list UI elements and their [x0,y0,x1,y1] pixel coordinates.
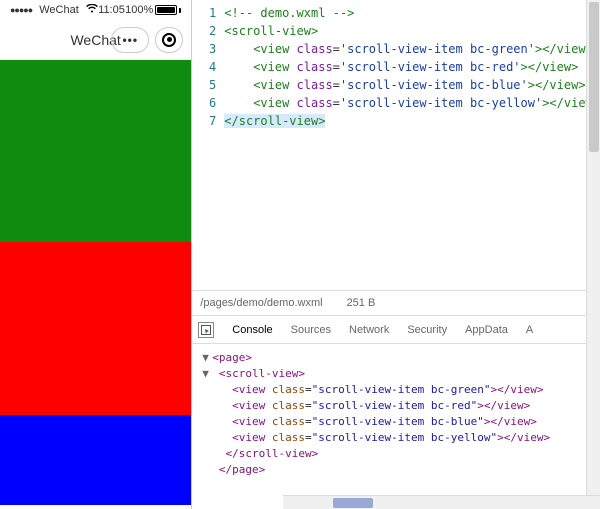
capsule-buttons: ••• [111,27,183,53]
carrier-label: WeChat [39,4,79,16]
line-number: 1 [192,4,224,22]
target-icon [162,33,176,47]
devtools-tabs: Console Sources Network Security AppData A [192,316,600,344]
element-inspector-icon[interactable] [198,322,214,338]
code-line[interactable]: 5 <view class='scroll-view-item bc-blue'… [192,76,600,94]
code-line[interactable]: 1<!-- demo.wxml --> [192,4,600,22]
scroll-view-item [0,415,191,505]
signal-carrier: ●●●●● WeChat [10,4,98,16]
vertical-scrollbar[interactable] [586,0,600,495]
dom-node[interactable]: </scroll-view> [202,446,590,462]
menu-button[interactable]: ••• [111,27,149,53]
dom-node[interactable]: ▼ <scroll-view> [202,366,590,382]
signal-icon: ●●●●● [10,5,32,15]
app-root: ●●●●● WeChat 11:05 100% WeChat ••• [0,0,600,509]
close-button[interactable] [155,27,183,53]
scroll-view-item [0,60,191,242]
line-number: 2 [192,22,224,40]
phone-nav-bar: WeChat ••• [0,20,191,60]
tab-console[interactable]: Console [232,324,272,336]
dom-node[interactable]: <view class="scroll-view-item bc-green">… [202,382,590,398]
file-path: /pages/demo/demo.wxml [200,297,322,309]
code-line[interactable]: 3 <view class='scroll-view-item bc-green… [192,40,600,58]
simulator-pane: ●●●●● WeChat 11:05 100% WeChat ••• [0,0,192,509]
tab-a[interactable]: A [526,324,533,336]
battery-pct: 100% [125,4,153,16]
dom-node[interactable]: ▼<page> [202,350,590,366]
code-line[interactable]: 4 <view class='scroll-view-item bc-red'>… [192,58,600,76]
code-line[interactable]: 6 <view class='scroll-view-item bc-yello… [192,94,600,112]
battery-icon [155,5,177,15]
editor-pane: 1<!-- demo.wxml -->2<scroll-view>3 <view… [192,0,600,509]
code-line[interactable]: 7</scroll-view> [192,112,600,130]
elements-panel[interactable]: ▼<page>▼ <scroll-view> <view class="scro… [192,344,600,509]
line-number: 5 [192,76,224,94]
wifi-icon [86,4,98,16]
clock-label: 11:05 [98,4,125,16]
code-line[interactable]: 2<scroll-view> [192,22,600,40]
dom-node[interactable]: <view class="scroll-view-item bc-blue"><… [202,414,590,430]
line-number: 7 [192,112,224,130]
scroll-view-item [0,242,191,415]
line-number: 6 [192,94,224,112]
tab-network[interactable]: Network [349,324,389,336]
file-size: 251 B [347,297,376,309]
file-info-bar: /pages/demo/demo.wxml 251 B [192,290,600,316]
dom-node[interactable]: <view class="scroll-view-item bc-yellow"… [202,430,590,446]
status-bar: ●●●●● WeChat 11:05 100% [0,0,191,20]
battery-indicator: 100% [125,4,181,16]
tab-sources[interactable]: Sources [291,324,331,336]
dom-node[interactable]: <view class="scroll-view-item bc-red"></… [202,398,590,414]
tab-appdata[interactable]: AppData [465,324,508,336]
phone-viewport[interactable] [0,60,191,509]
tab-security[interactable]: Security [407,324,447,336]
horizontal-scrollbar[interactable] [283,495,600,509]
line-number: 4 [192,58,224,76]
line-number: 3 [192,40,224,58]
dom-node[interactable]: </page> [202,462,590,478]
code-editor[interactable]: 1<!-- demo.wxml -->2<scroll-view>3 <view… [192,0,600,290]
